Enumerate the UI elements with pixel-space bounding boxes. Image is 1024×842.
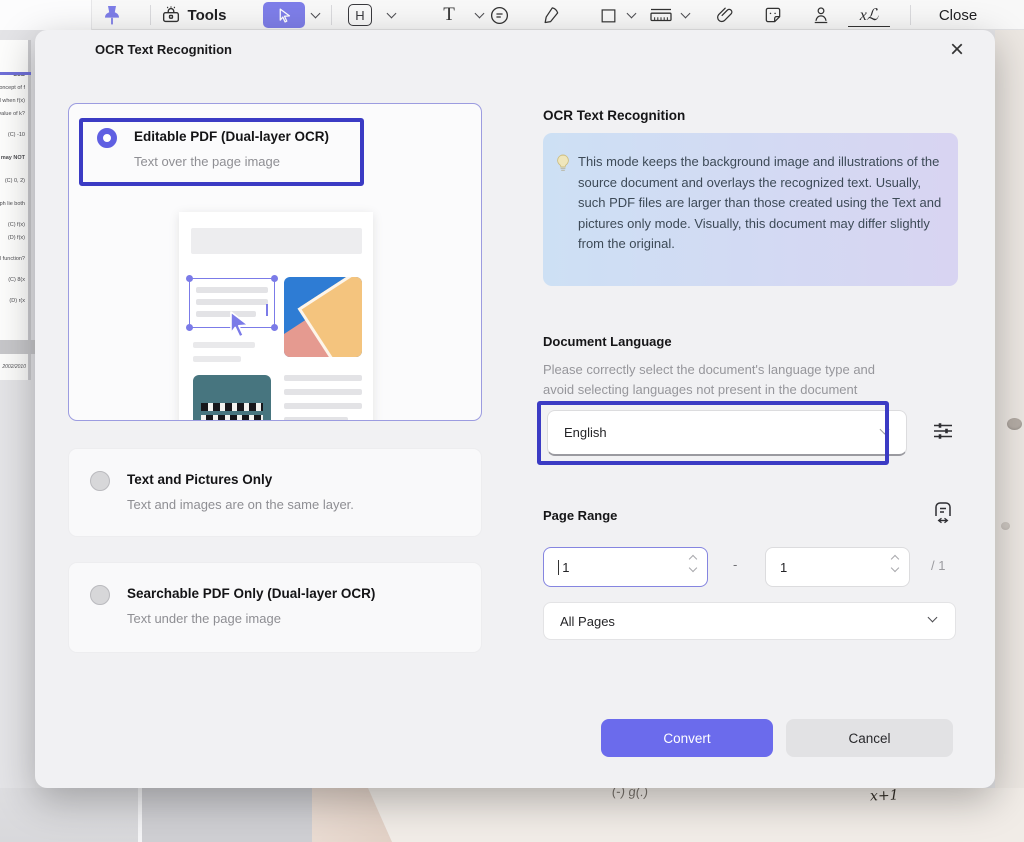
page-range-label: Page Range xyxy=(543,508,617,523)
page-range-icon[interactable] xyxy=(928,498,958,528)
toolbox-icon[interactable] xyxy=(158,0,184,30)
comment-icon[interactable] xyxy=(486,0,512,30)
text-tool-chevron[interactable] xyxy=(472,0,486,30)
illustration-titlebar xyxy=(191,228,362,254)
stepper-arrows[interactable] xyxy=(690,556,696,571)
document-text-fragment: x+1 xyxy=(870,786,899,805)
page-to-input[interactable]: 1 xyxy=(765,547,910,587)
background-panel xyxy=(0,788,138,842)
range-separator: - xyxy=(733,557,737,572)
option-title: Editable PDF (Dual-layer OCR) xyxy=(134,128,329,145)
info-box: This mode keeps the background image and… xyxy=(543,133,958,286)
signature-icon[interactable]: xℒ xyxy=(848,3,890,27)
rectangle-icon[interactable] xyxy=(594,0,622,30)
illustration-cursor-icon xyxy=(227,310,253,340)
background-document: (-) g(.) x+1 xyxy=(312,788,1024,842)
info-text: This mode keeps the background image and… xyxy=(578,152,944,255)
radio-unselected[interactable] xyxy=(90,471,110,491)
language-helper-text: Please correctly select the document's l… xyxy=(543,360,875,399)
pebble-decoration xyxy=(1007,418,1022,430)
convert-button[interactable]: Convert xyxy=(601,719,773,757)
option-subtitle: Text and images are on the same layer. xyxy=(127,497,354,512)
pebble-decoration xyxy=(1001,522,1010,530)
option-title: Searchable PDF Only (Dual-layer OCR) xyxy=(127,585,375,602)
language-dropdown[interactable]: English xyxy=(547,410,907,456)
pointer-icon xyxy=(276,7,293,24)
ocr-dialog: OCR Text Recognition × Editable PDF (Dua… xyxy=(35,30,995,788)
radio-unselected[interactable] xyxy=(90,585,110,605)
toolbar-separator xyxy=(150,5,151,25)
toolbar-left-panel xyxy=(0,0,92,30)
stepper-arrows[interactable] xyxy=(892,556,898,571)
toolbar-separator xyxy=(910,5,911,25)
pointer-tool-button[interactable] xyxy=(263,2,305,28)
page-thumbnail[interactable]: SUB concept of f and when f(x) the value… xyxy=(0,40,31,340)
ruler-chevron[interactable] xyxy=(678,0,692,30)
background-document-edge xyxy=(995,30,1024,842)
app-toolbar: Tools H T xyxy=(0,0,1024,30)
radio-selected[interactable] xyxy=(97,128,117,148)
paperclip-icon[interactable] xyxy=(712,0,738,30)
option-card-editable-pdf[interactable]: Editable PDF (Dual-layer OCR) Text over … xyxy=(68,103,482,421)
close-app-button[interactable]: Close xyxy=(932,0,984,30)
page-to-value: 1 xyxy=(780,560,787,575)
settings-panel: OCR Text Recognition This mode keeps the… xyxy=(543,30,958,788)
thumbnail-divider xyxy=(0,340,35,354)
adjust-sliders-icon[interactable] xyxy=(928,416,958,446)
thumbnail-text: SUB concept of f and when f(x) the value… xyxy=(0,60,28,304)
ruler-icon[interactable] xyxy=(646,0,676,30)
highlight-chevron[interactable] xyxy=(384,0,398,30)
option-subtitle: Text over the page image xyxy=(134,154,329,169)
thumbnail-footer: 2002/2010 xyxy=(0,354,31,380)
illustration-text-caret xyxy=(266,304,268,316)
highlight-frame-icon[interactable]: H xyxy=(346,0,374,30)
illustration-photo-teal xyxy=(193,375,271,421)
lightbulb-icon xyxy=(555,154,571,172)
sticker-icon[interactable] xyxy=(760,0,786,30)
language-value: English xyxy=(564,425,607,440)
text-tool-icon[interactable]: T xyxy=(436,0,462,30)
page-from-input[interactable]: 1 xyxy=(543,547,708,587)
background-sidebar: SUB concept of f and when f(x) the value… xyxy=(0,30,35,788)
toolbar-separator xyxy=(331,5,332,25)
document-language-label: Document Language xyxy=(543,334,672,349)
text-cursor xyxy=(558,560,559,575)
dialog-title: OCR Text Recognition xyxy=(95,42,232,57)
stamp-icon[interactable] xyxy=(808,0,834,30)
page-from-value: 1 xyxy=(562,560,569,575)
pin-icon[interactable] xyxy=(100,0,124,30)
option-title: Text and Pictures Only xyxy=(127,471,354,488)
thumbnail-accent-line xyxy=(0,72,31,75)
tools-label[interactable]: Tools xyxy=(186,0,228,30)
page-edge-decoration xyxy=(312,788,392,842)
pointer-tool-chevron[interactable] xyxy=(308,0,322,30)
total-pages-label: / 1 xyxy=(931,558,945,573)
page-scope-dropdown[interactable]: All Pages xyxy=(543,602,956,640)
option-subtitle: Text under the page image xyxy=(127,611,375,626)
option-card-text-pictures[interactable]: Text and Pictures Only Text and images a… xyxy=(68,448,482,537)
rectangle-chevron[interactable] xyxy=(624,0,638,30)
marker-icon[interactable] xyxy=(538,0,564,30)
option-card-searchable-pdf[interactable]: Searchable PDF Only (Dual-layer OCR) Tex… xyxy=(68,562,482,653)
cancel-button[interactable]: Cancel xyxy=(786,719,953,757)
mode-illustration xyxy=(179,212,373,421)
screen: Tools H T xyxy=(0,0,1024,842)
panel-heading: OCR Text Recognition xyxy=(543,108,685,123)
page-scope-value: All Pages xyxy=(560,614,615,629)
background-panel xyxy=(142,788,312,842)
illustration-photo xyxy=(284,277,362,357)
